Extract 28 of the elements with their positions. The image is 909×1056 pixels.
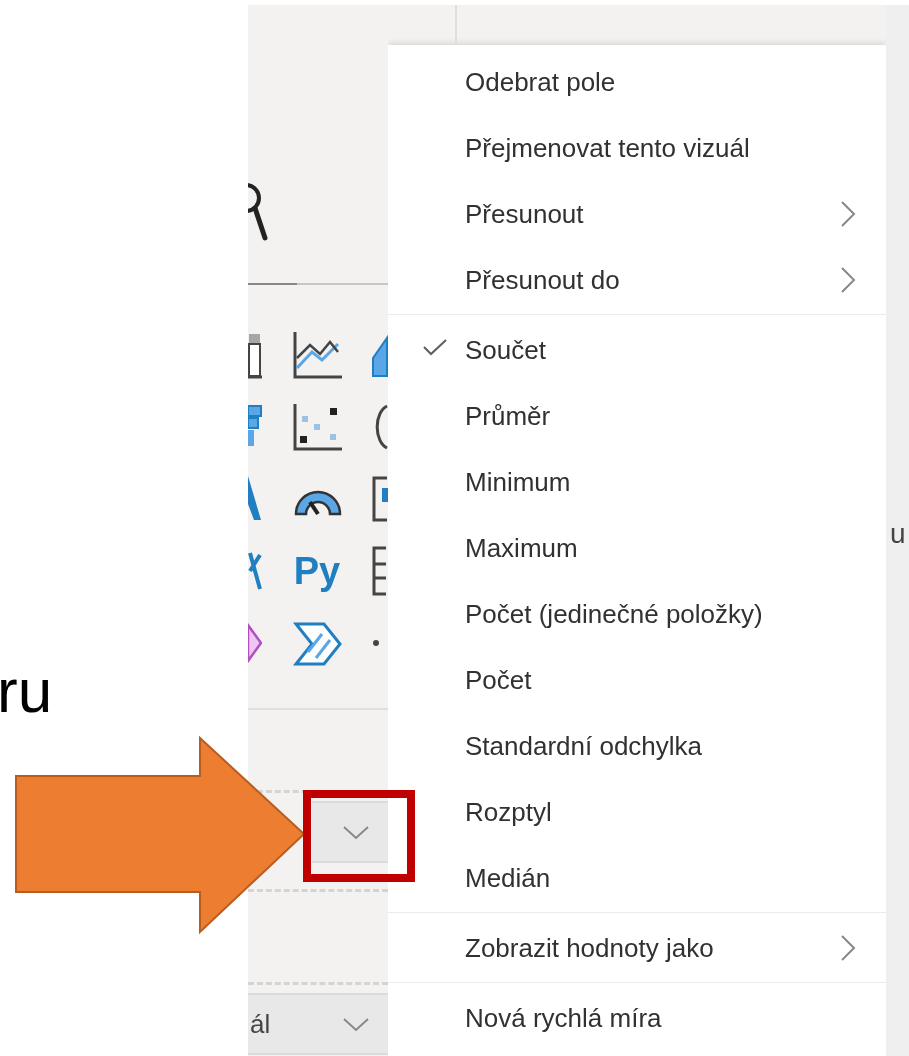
diamond-icon [248,623,262,663]
menu-item[interactable]: Nová rychlá míra [388,985,886,1051]
dropdown-field[interactable] [312,801,388,863]
slide-text: ru [0,660,53,722]
card-icon [372,476,388,522]
chevron-down-icon [342,1016,370,1032]
menu-item[interactable]: Medián [388,845,886,911]
line-chart-icon [292,330,342,380]
menu-item[interactable]: Přejmenovat tento vizuál [388,115,886,181]
chevron-down-icon [342,824,370,840]
menu-item[interactable]: Rozptyl [388,779,886,845]
menu-item[interactable]: Standardní odchylka [388,713,886,779]
menu-item[interactable]: Přesunout do [388,247,886,313]
more-icon [372,639,380,647]
table-icon [372,546,388,596]
dropdown-field[interactable]: ál [248,993,388,1055]
menu-item[interactable]: Počet (jedinečné položky) [388,581,886,647]
menu-item[interactable]: Maximum [388,515,886,581]
menu-item[interactable]: Přesunout [388,181,886,247]
panel-text: u [890,517,906,551]
menu-item[interactable]: Minimum [388,449,886,515]
menu-item[interactable]: Zobrazit hodnoty jako [388,915,886,981]
menu-item[interactable]: Součet [388,317,886,383]
menu-item[interactable]: Průměr [388,383,886,449]
menu-item[interactable]: Počet [388,647,886,713]
python-visual-icon[interactable]: Py [293,552,341,590]
scatter-chart-icon [292,402,342,452]
menu-item[interactable]: Odebrat pole [388,49,886,115]
